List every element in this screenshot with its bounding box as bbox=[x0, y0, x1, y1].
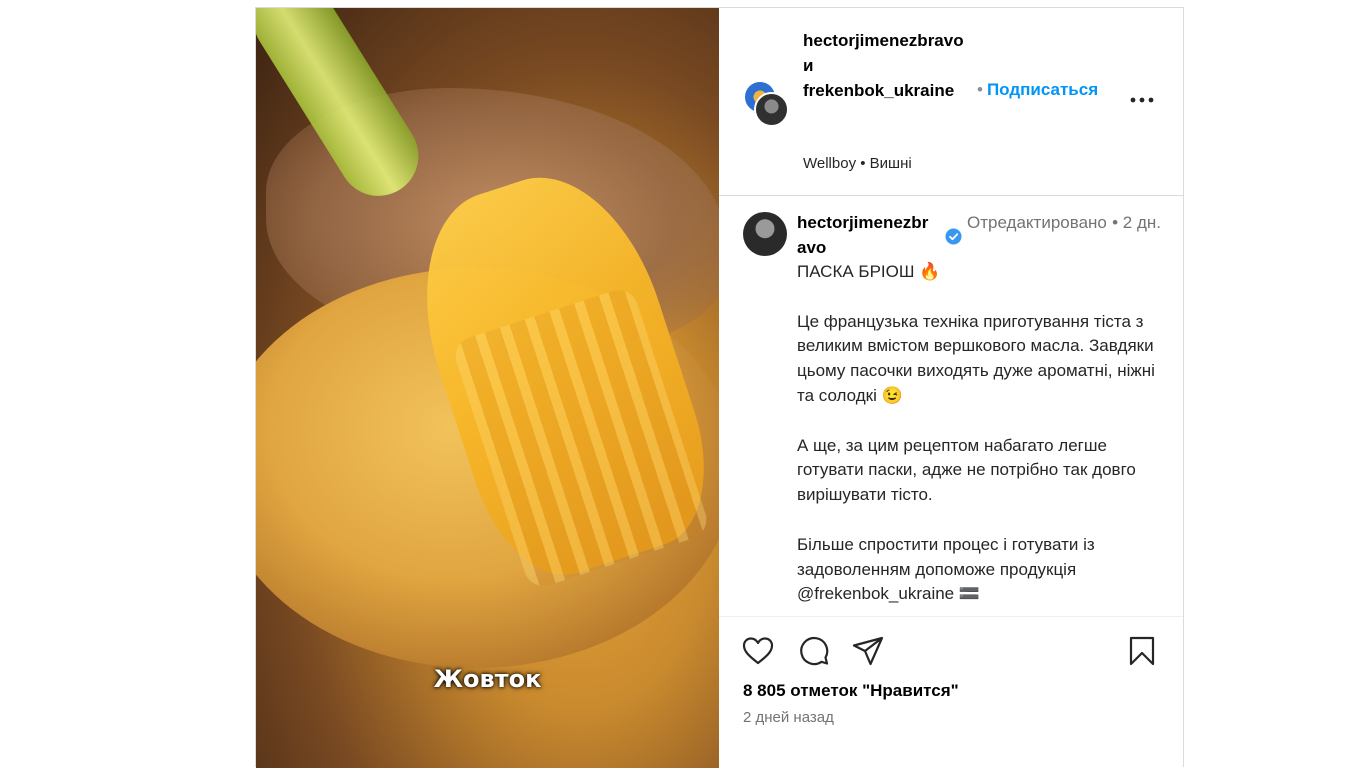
heart-icon[interactable] bbox=[741, 634, 775, 668]
post-sidebar: hectorjimenezbravo и frekenbok_ukraine W… bbox=[719, 8, 1183, 768]
share-icon[interactable] bbox=[851, 634, 885, 668]
post-dialog: Жовток hectorjimenezbravo и frekenbok_uk… bbox=[255, 7, 1184, 768]
follow-label[interactable]: Подписаться bbox=[987, 80, 1098, 99]
more-options-icon[interactable] bbox=[1129, 90, 1155, 110]
owner-username-1[interactable]: hectorjimenezbravo bbox=[803, 28, 973, 53]
likes-count[interactable]: 8 805 отметок "Нравится" bbox=[743, 681, 959, 701]
edited-label: Отредактировано bbox=[967, 213, 1107, 232]
comment-icon[interactable] bbox=[797, 634, 831, 668]
follow-button[interactable]: • Подписаться bbox=[977, 80, 1098, 100]
verified-badge-icon bbox=[945, 228, 962, 245]
video-caption: Жовток bbox=[433, 665, 542, 693]
comments-section[interactable]: hectorjimenezbravo Отредактировано • 2 д… bbox=[719, 196, 1183, 617]
post-owners: hectorjimenezbravo и frekenbok_ukraine bbox=[803, 28, 973, 103]
comment-username[interactable]: hectorjimenezbravo bbox=[797, 210, 937, 260]
post-date[interactable]: 2 дней назад bbox=[743, 709, 834, 726]
collab-avatars[interactable] bbox=[743, 80, 789, 127]
bookmark-icon[interactable] bbox=[1125, 634, 1159, 668]
post-video[interactable]: Жовток bbox=[256, 8, 719, 768]
post-header: hectorjimenezbravo и frekenbok_ukraine W… bbox=[719, 8, 1183, 196]
action-bar bbox=[719, 620, 1183, 670]
avatar-hectorjimenezbravo[interactable] bbox=[754, 92, 789, 127]
comment-timestamp[interactable]: • 2 дн. bbox=[1101, 210, 1161, 235]
follow-separator: • bbox=[977, 80, 983, 99]
post-caption-text: ПАСКА БРІОШ 🔥 Це французька техніка приг… bbox=[797, 262, 1155, 604]
owner-username-2[interactable]: frekenbok_ukraine bbox=[803, 78, 973, 103]
owners-conjunction: и bbox=[803, 56, 814, 75]
avatar[interactable] bbox=[743, 212, 787, 256]
music-attribution[interactable]: Wellboy • Вишні bbox=[803, 155, 912, 172]
